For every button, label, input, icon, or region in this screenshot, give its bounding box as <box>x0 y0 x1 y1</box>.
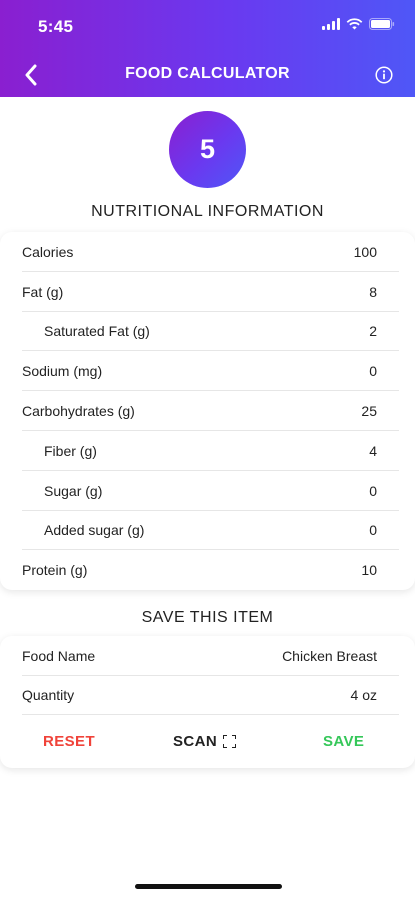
app-header: 5:45 FOOD CALCULATOR <box>0 0 415 97</box>
nutrition-row: Fiber (g) 4 <box>0 431 415 471</box>
nutrition-row-label: Calories <box>22 243 74 260</box>
quantity-row[interactable]: Quantity 4 oz <box>0 676 415 716</box>
status-icons <box>322 18 395 30</box>
page-title: FOOD CALCULATOR <box>125 65 290 82</box>
nutrition-row: Fat (g) 8 <box>0 272 415 312</box>
nav-bar: FOOD CALCULATOR <box>0 52 415 97</box>
nutrition-row-value: 100 <box>353 243 377 260</box>
score-badge: 5 <box>169 111 246 188</box>
save-button[interactable]: SAVE <box>323 733 364 750</box>
wifi-icon <box>346 18 363 30</box>
status-bar: 5:45 <box>0 0 415 50</box>
info-icon <box>375 66 393 84</box>
cellular-signal-icon <box>322 18 340 30</box>
food-name-label: Food Name <box>22 647 96 664</box>
food-name-value[interactable]: Chicken Breast <box>282 648 377 664</box>
home-indicator <box>135 884 282 889</box>
nutrition-row-label: Added sugar (g) <box>44 522 145 539</box>
nutrition-section-title: NUTRITIONAL INFORMATION <box>91 203 324 220</box>
scan-label: SCAN <box>173 733 218 750</box>
nutrition-row: Sodium (mg) 0 <box>0 351 415 391</box>
nutrition-row: Sugar (g) 0 <box>0 471 415 511</box>
scan-button[interactable]: SCAN <box>173 733 237 750</box>
nutrition-row-label: Carbohydrates (g) <box>22 403 135 420</box>
nutrition-row-value: 0 <box>369 482 377 499</box>
scan-icon <box>223 735 237 748</box>
quantity-label: Quantity <box>22 687 75 704</box>
reset-button[interactable]: RESET <box>43 733 95 750</box>
nutrition-card: Calories 100 Fat (g) 8 Saturated Fat (g) 2 Sod… <box>0 232 415 590</box>
status-time: 5:45 <box>38 17 74 36</box>
save-item-card: Food Name Chicken Breast Quantity 4 oz R… <box>0 636 415 768</box>
save-section-title: SAVE THIS ITEM <box>141 609 274 626</box>
battery-icon <box>369 18 395 30</box>
nutrition-row-label: Fiber (g) <box>44 442 97 459</box>
action-bar: RESET SCAN SAVE <box>0 722 415 762</box>
nutrition-row-label: Saturated Fat (g) <box>44 323 150 340</box>
nutrition-row: Carbohydrates (g) 25 <box>0 391 415 431</box>
nutrition-row: Saturated Fat (g) 2 <box>0 312 415 352</box>
nutrition-row: Added sugar (g) 0 <box>0 511 415 551</box>
nutrition-row-label: Fat (g) <box>22 283 64 300</box>
nutrition-row-value: 0 <box>369 363 377 380</box>
nutrition-row-label: Sugar (g) <box>44 482 103 499</box>
food-name-row[interactable]: Food Name Chicken Breast <box>0 636 415 676</box>
nutrition-row-value: 4 <box>369 442 377 459</box>
nutrition-row-value: 0 <box>369 522 377 539</box>
nutrition-row-value: 10 <box>361 562 377 579</box>
nutrition-row: Calories 100 <box>0 232 415 272</box>
nutrition-row: Protein (g) 10 <box>0 550 415 590</box>
quantity-value[interactable]: 4 oz <box>351 687 377 703</box>
nutrition-row-label: Sodium (mg) <box>22 363 103 380</box>
info-button[interactable] <box>373 64 395 86</box>
nutrition-row-value: 8 <box>369 283 377 300</box>
nutrition-row-value: 2 <box>369 323 377 340</box>
nutrition-row-label: Protein (g) <box>22 562 88 579</box>
nutrition-row-value: 25 <box>361 403 377 420</box>
